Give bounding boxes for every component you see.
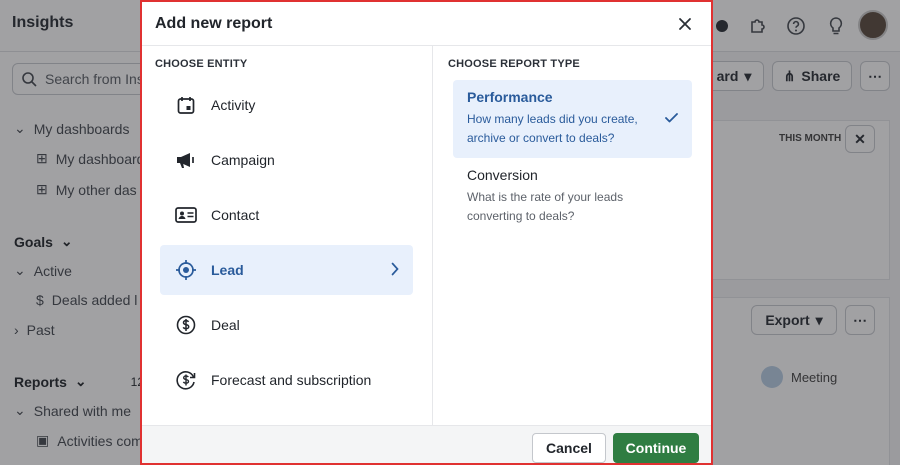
entity-activity[interactable]: Activity <box>160 80 413 130</box>
entity-label: Campaign <box>211 152 275 168</box>
modal-header: Add new report <box>142 2 711 46</box>
entity-contact[interactable]: Contact <box>160 190 413 240</box>
report-type-title: Performance <box>467 89 553 105</box>
close-button[interactable] <box>673 12 697 36</box>
report-type-description: How many leads did you create, archive o… <box>467 112 638 145</box>
dollar-icon <box>175 314 197 336</box>
report-type-conversion[interactable]: Conversion What is the rate of your lead… <box>453 158 692 236</box>
entity-column: CHOOSE ENTITY Activity Campaign Contact … <box>142 46 433 425</box>
contact-card-icon <box>175 204 197 226</box>
chevron-right-icon <box>391 262 399 279</box>
entity-label: Activity <box>211 97 256 113</box>
modal-footer: Cancel Continue <box>142 425 711 463</box>
modal-title: Add new report <box>155 14 273 32</box>
entity-deal[interactable]: Deal <box>160 300 413 350</box>
report-type-description: What is the rate of your leads convertin… <box>467 190 624 223</box>
modal-body: CHOOSE ENTITY Activity Campaign Contact … <box>142 46 711 425</box>
report-type-title: Conversion <box>467 167 538 183</box>
report-type-performance[interactable]: Performance How many leads did you creat… <box>453 80 692 158</box>
checkmark-icon <box>665 110 678 128</box>
entity-heading: CHOOSE ENTITY <box>155 58 248 70</box>
entity-label: Contact <box>211 207 260 223</box>
entity-list: Activity Campaign Contact Lead Deal Fore… <box>160 80 413 410</box>
entity-forecast[interactable]: Forecast and subscription <box>160 355 413 405</box>
report-type-heading: CHOOSE REPORT TYPE <box>448 58 580 70</box>
entity-campaign[interactable]: Campaign <box>160 135 413 185</box>
add-report-modal: Add new report CHOOSE ENTITY Activity Ca… <box>140 0 713 465</box>
entity-label: Lead <box>211 262 244 278</box>
calendar-icon <box>175 94 197 116</box>
continue-button[interactable]: Continue <box>613 433 699 463</box>
report-type-column: CHOOSE REPORT TYPE Performance How many … <box>433 46 711 425</box>
recurring-dollar-icon <box>175 369 197 391</box>
entity-label: Forecast and subscription <box>211 372 372 388</box>
entity-lead[interactable]: Lead <box>160 245 413 295</box>
megaphone-icon <box>175 149 197 171</box>
cancel-button[interactable]: Cancel <box>532 433 606 463</box>
report-type-list: Performance How many leads did you creat… <box>453 80 692 236</box>
close-icon <box>679 17 691 30</box>
entity-label: Deal <box>211 317 240 333</box>
target-icon <box>175 259 197 281</box>
